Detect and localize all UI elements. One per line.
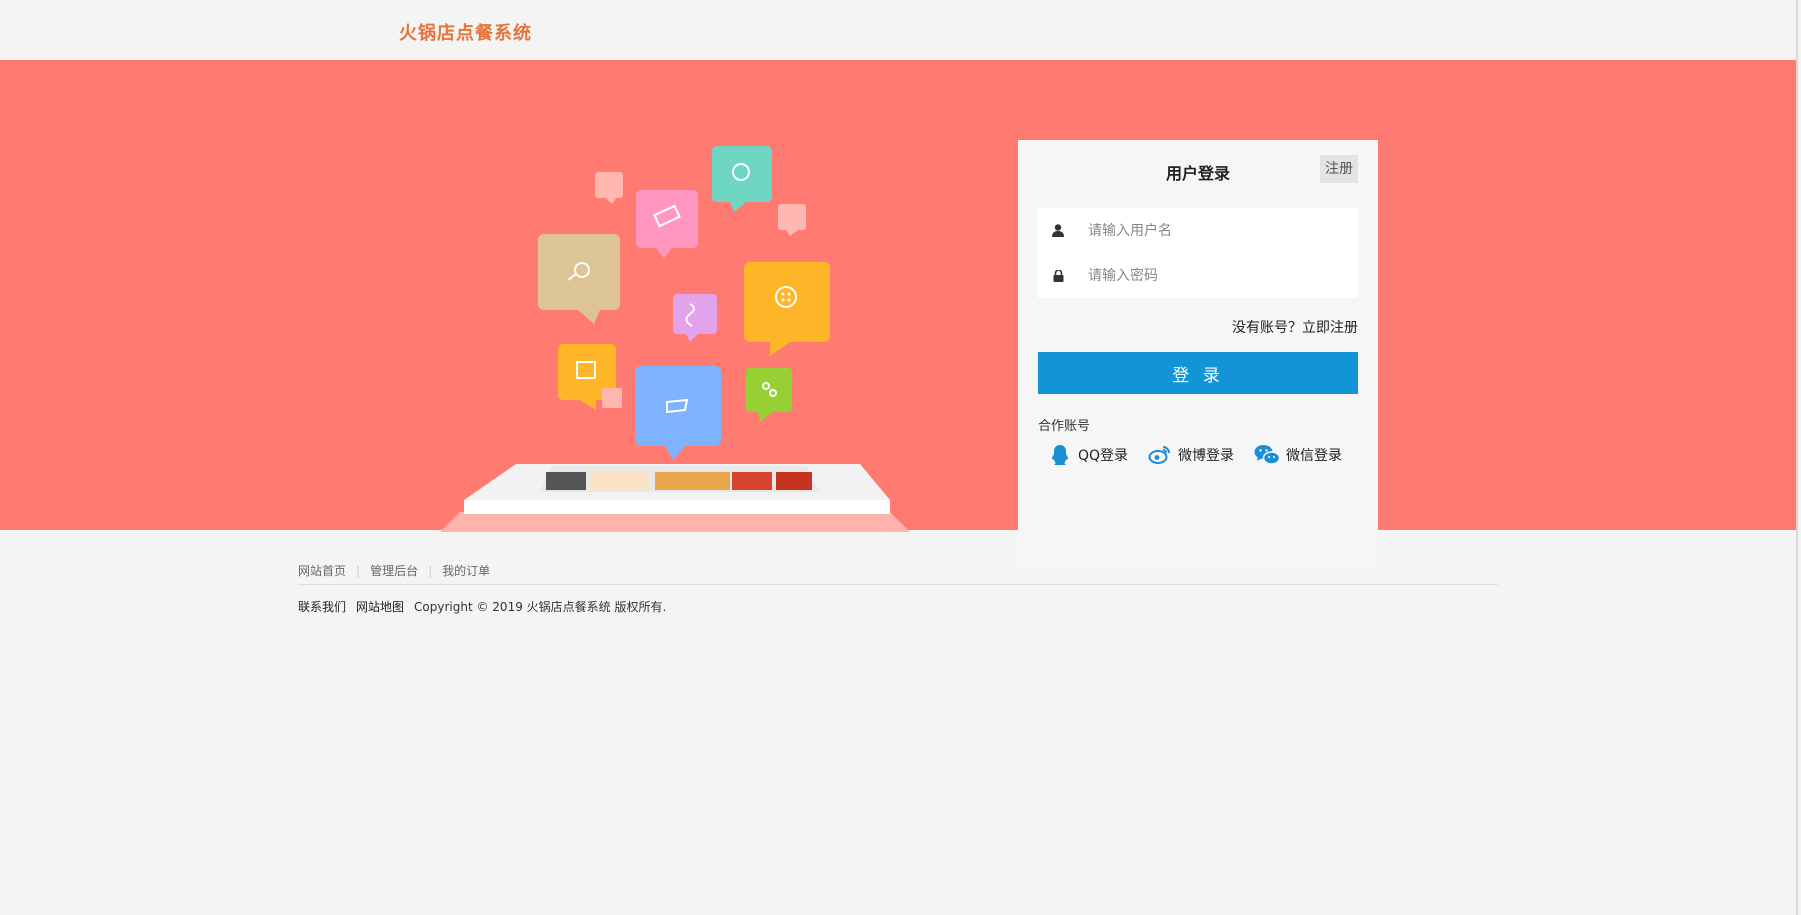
user-icon <box>1038 208 1078 253</box>
password-row <box>1038 253 1358 298</box>
credentials-box <box>1038 208 1358 298</box>
hero-banner: 用户登录 注册 请输入用户名 没有账号？立即注册 登 录 合作账号 QQ登录 微… <box>0 60 1796 570</box>
partner-accounts-label: 合作账号 <box>1038 419 1091 434</box>
sitemap-link[interactable]: 网站地图 <box>356 598 404 615</box>
weibo-icon <box>1148 446 1171 464</box>
copyright-text: Copyright © 2019 火锅店点餐系统 版权所有. <box>414 600 667 614</box>
signup-link[interactable]: 没有账号？立即注册 <box>1232 317 1358 337</box>
weibo-login-label: 微博登录 <box>1178 448 1235 464</box>
register-tab[interactable]: 注册 <box>1320 155 1358 183</box>
footer-bottom: 联系我们 网站地图 Copyright © 2019 火锅店点餐系统 版权所有. <box>298 598 666 615</box>
site-title: 火锅店点餐系统 <box>399 23 532 44</box>
lock-icon <box>1038 253 1078 298</box>
qq-login-label: QQ登录 <box>1078 448 1129 464</box>
footer-link-admin[interactable]: 管理后台 <box>370 562 418 579</box>
footer-separator: | <box>428 563 433 578</box>
top-header: 火锅店点餐系统 <box>0 0 1800 60</box>
wechat-login-button[interactable]: 微信登录 <box>1254 444 1342 466</box>
username-input[interactable] <box>1078 215 1338 246</box>
wechat-icon <box>1254 445 1281 465</box>
window-edge <box>1796 0 1798 915</box>
weibo-login-button[interactable]: 微博登录 <box>1148 444 1234 466</box>
footer-separator: | <box>356 563 361 578</box>
login-button[interactable]: 登 录 <box>1038 352 1358 394</box>
footer-nav: 网站首页 | 管理后台 | 我的订单 <box>298 562 490 579</box>
password-input[interactable] <box>1078 260 1338 291</box>
wechat-login-label: 微信登录 <box>1286 448 1343 464</box>
footer-link-orders[interactable]: 我的订单 <box>442 562 490 579</box>
qq-icon <box>1052 445 1068 465</box>
username-row <box>1038 208 1358 253</box>
social-login-row: QQ登录 微博登录 微信登录 <box>1048 440 1368 470</box>
footer-link-home[interactable]: 网站首页 <box>298 562 346 579</box>
qq-login-button[interactable]: QQ登录 <box>1048 443 1128 467</box>
food-app-illustration <box>440 146 910 532</box>
contact-link[interactable]: 联系我们 <box>298 598 346 615</box>
footer-divider <box>298 584 1498 585</box>
login-card: 用户登录 注册 请输入用户名 没有账号？立即注册 登 录 合作账号 QQ登录 微… <box>1018 140 1378 570</box>
